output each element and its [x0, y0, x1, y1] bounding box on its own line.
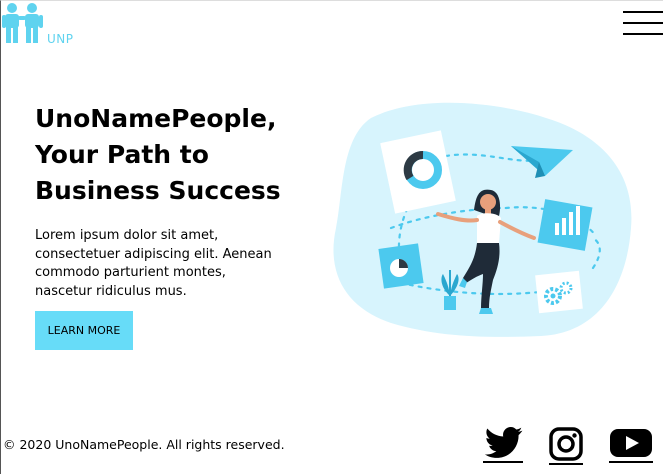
instagram-icon[interactable] — [549, 427, 583, 465]
learn-more-button[interactable]: LEARN MORE — [35, 311, 133, 350]
bar-chart-card-icon — [537, 199, 593, 251]
pie-chart-card-icon — [378, 243, 424, 289]
brand-logo[interactable]: UNP — [2, 2, 74, 46]
twitter-icon[interactable] — [483, 427, 525, 463]
people-logo-icon — [2, 3, 43, 43]
business-person-illustration — [333, 102, 632, 337]
hamburger-icon[interactable] — [623, 11, 663, 37]
copyright-text: © 2020 UnoNamePeople. All rights reserve… — [3, 437, 285, 452]
youtube-icon[interactable] — [609, 427, 653, 463]
hero-title: UnoNamePeople, Your Path to Business Suc… — [35, 104, 281, 205]
hero-description: Lorem ipsum dolor sit amet, consectetuer… — [35, 228, 272, 299]
gear-card-icon — [535, 270, 583, 314]
brand-name: UNP — [47, 32, 74, 46]
